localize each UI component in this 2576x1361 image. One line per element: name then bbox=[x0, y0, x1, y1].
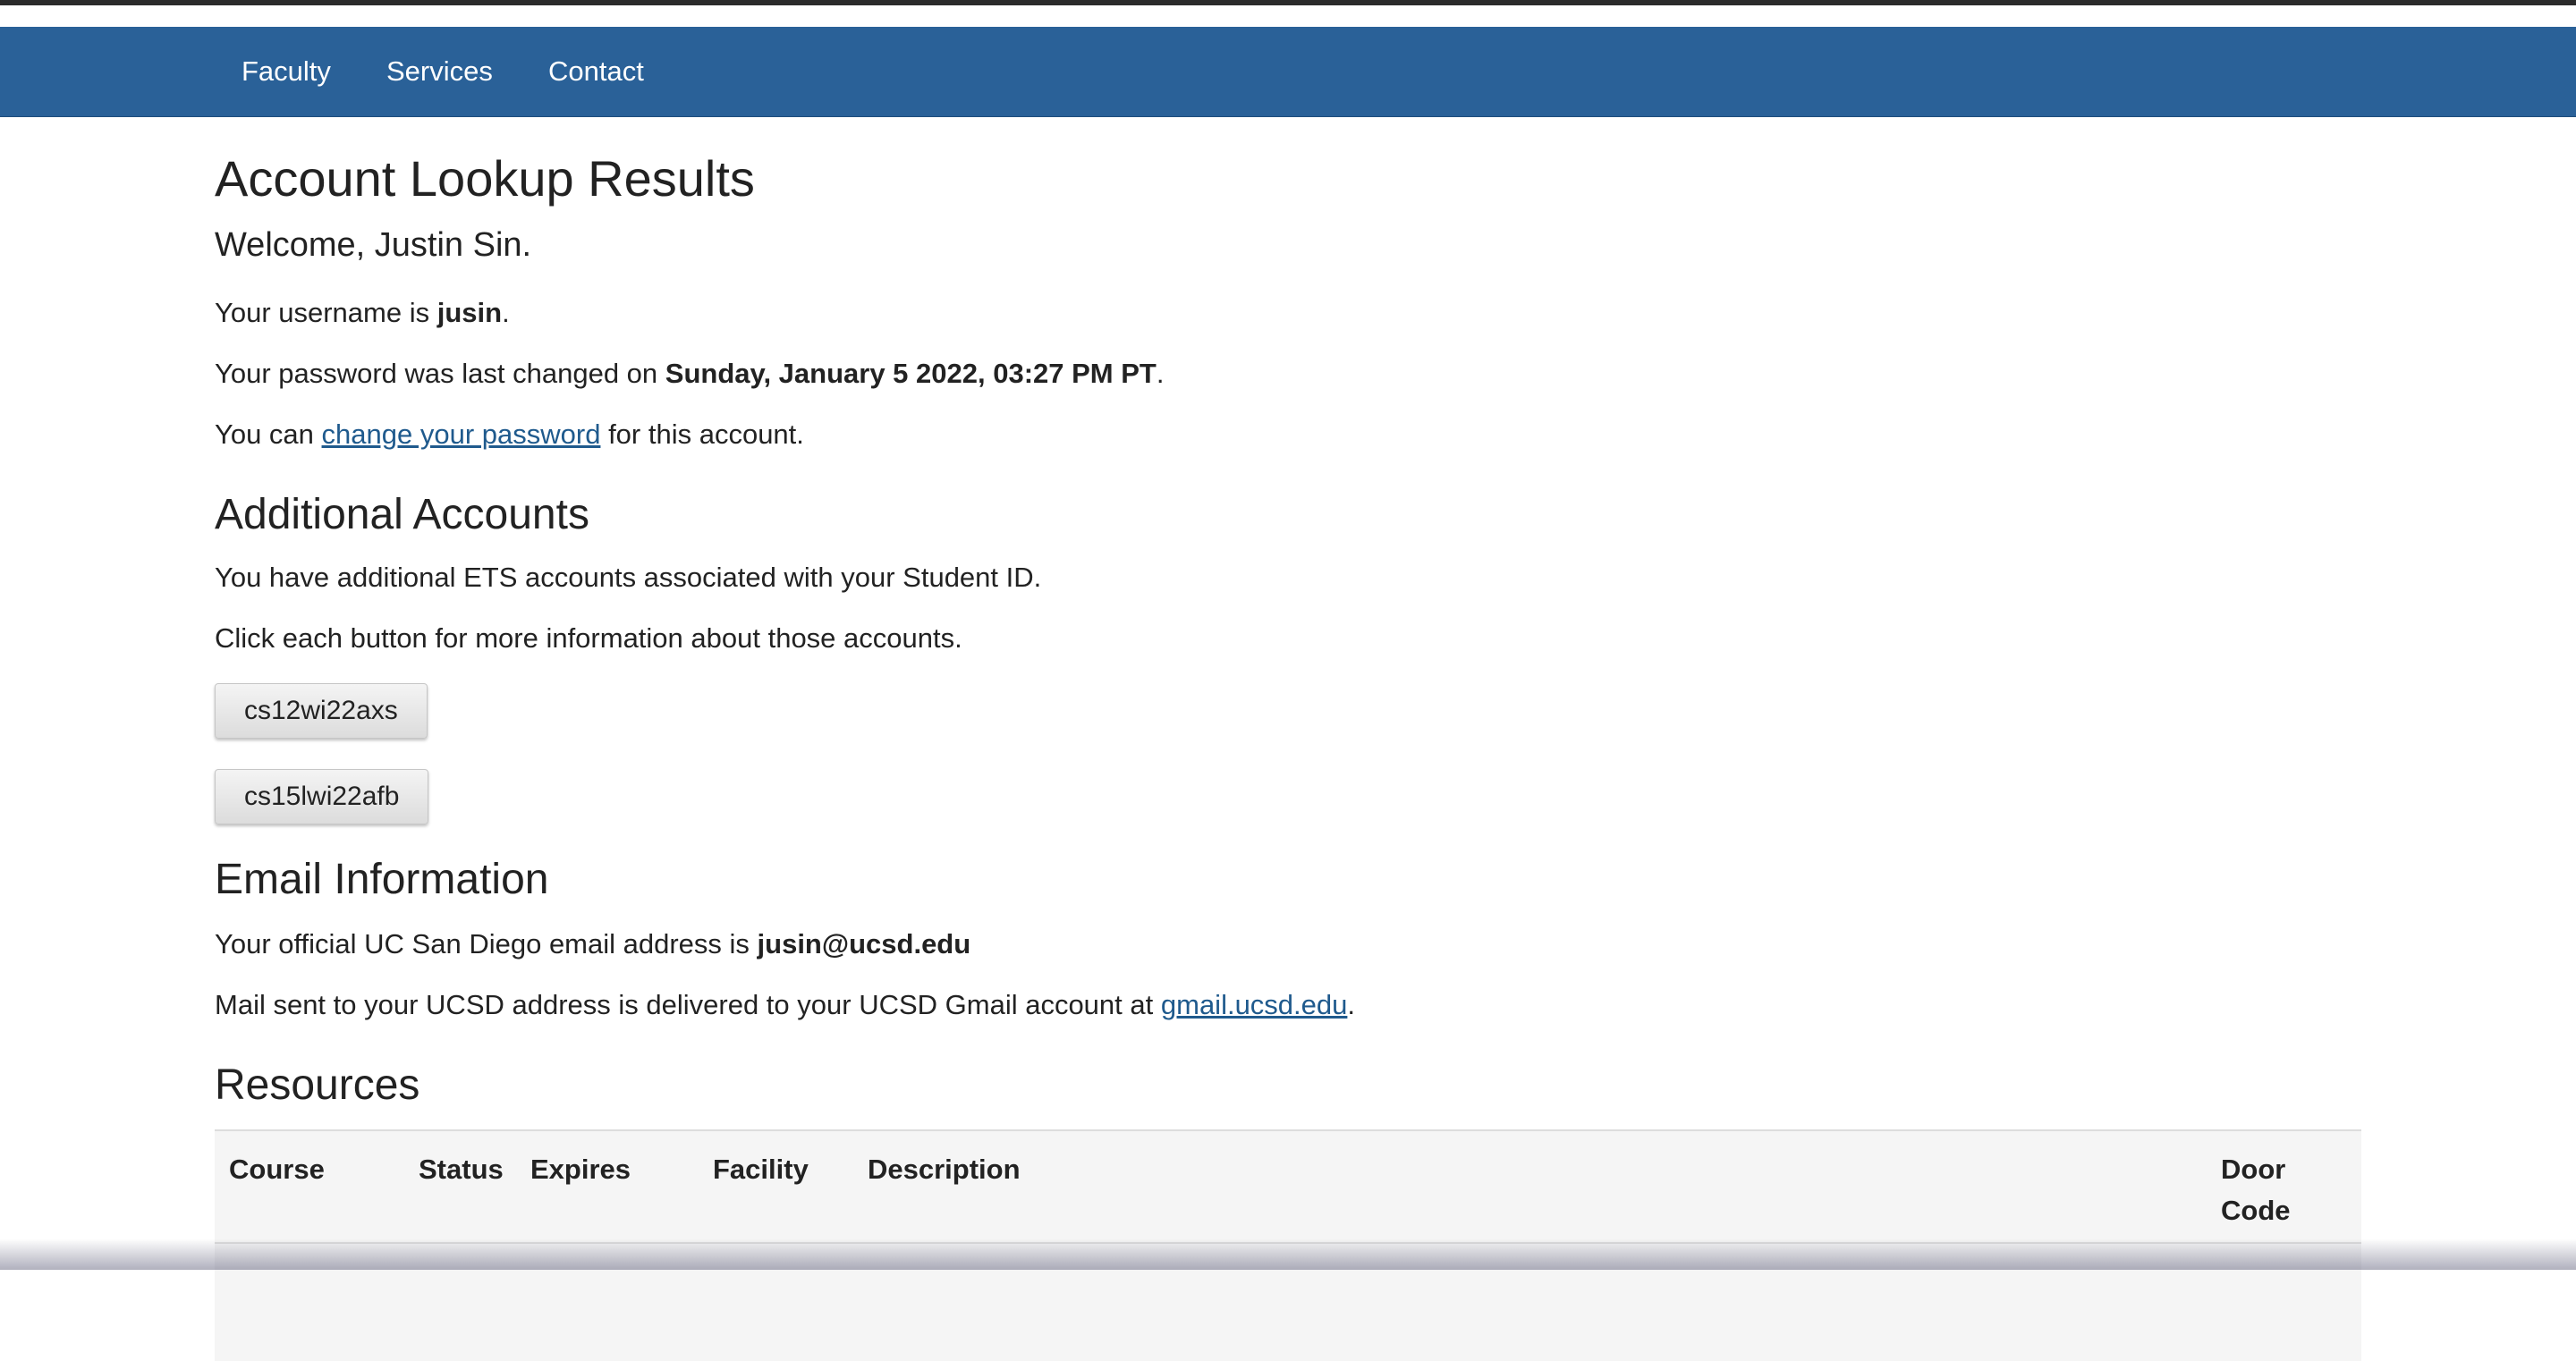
window-top-edge bbox=[0, 0, 2576, 5]
official-email-prefix: Your official UC San Diego email address… bbox=[215, 928, 758, 959]
gmail-prefix: Mail sent to your UCSD address is delive… bbox=[215, 989, 1161, 1020]
gmail-delivery-line: Mail sent to your UCSD address is delive… bbox=[215, 989, 1355, 1021]
resources-heading: Resources bbox=[215, 1061, 420, 1109]
official-email-line: Your official UC San Diego email address… bbox=[215, 928, 970, 960]
change-suffix: for this account. bbox=[600, 418, 804, 450]
nav-contact[interactable]: Contact bbox=[548, 27, 644, 116]
column-header-expires: Expires bbox=[530, 1154, 631, 1185]
username-value: jusin bbox=[436, 297, 503, 328]
account-button-cs12wi22axs[interactable]: cs12wi22axs bbox=[215, 683, 428, 739]
column-header-description: Description bbox=[868, 1154, 1021, 1185]
username-suffix: . bbox=[502, 297, 510, 328]
change-prefix: You can bbox=[215, 418, 322, 450]
account-button-cs15lwi22afb[interactable]: cs15lwi22afb bbox=[215, 769, 429, 824]
column-header-course: Course bbox=[229, 1154, 325, 1185]
door-code-line-2: Code bbox=[2221, 1195, 2291, 1226]
column-header-status: Status bbox=[419, 1154, 504, 1185]
password-changed-date: Sunday, January 5 2022, 03:27 PM PT bbox=[665, 358, 1157, 389]
change-password-link[interactable]: change your password bbox=[322, 418, 601, 450]
official-email-address: jusin@ucsd.edu bbox=[757, 928, 971, 959]
window-bottom-shadow bbox=[0, 1238, 2576, 1270]
page-title: Account Lookup Results bbox=[215, 150, 755, 207]
nav-faculty[interactable]: Faculty bbox=[242, 27, 331, 116]
column-header-door-code: Door Code bbox=[2221, 1149, 2291, 1231]
password-changed-line: Your password was last changed on Sunday… bbox=[215, 358, 1164, 390]
email-information-heading: Email Information bbox=[215, 856, 549, 903]
welcome-text: Welcome, Justin Sin. bbox=[215, 226, 532, 264]
nav-services[interactable]: Services bbox=[386, 27, 493, 116]
username-line: Your username is jusin. bbox=[215, 297, 510, 329]
door-code-line-1: Door bbox=[2221, 1154, 2286, 1185]
additional-accounts-instruction: Click each button for more information a… bbox=[215, 622, 962, 654]
password-prefix: Your password was last changed on bbox=[215, 358, 665, 389]
top-navbar: Faculty Services Contact bbox=[0, 27, 2576, 117]
column-header-facility: Facility bbox=[713, 1154, 809, 1185]
additional-accounts-heading: Additional Accounts bbox=[215, 491, 589, 538]
change-password-line: You can change your password for this ac… bbox=[215, 418, 804, 451]
password-suffix: . bbox=[1156, 358, 1165, 389]
gmail-suffix: . bbox=[1347, 989, 1356, 1020]
gmail-link[interactable]: gmail.ucsd.edu bbox=[1161, 989, 1348, 1020]
additional-accounts-text: You have additional ETS accounts associa… bbox=[215, 562, 1042, 593]
username-prefix: Your username is bbox=[215, 297, 437, 328]
